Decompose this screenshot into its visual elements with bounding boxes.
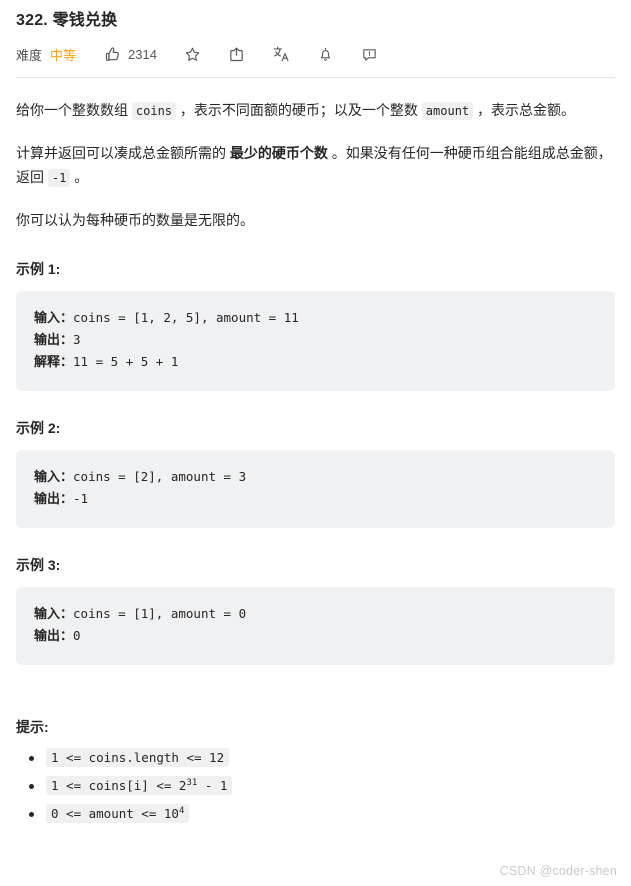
- list-item: 1 <= coins[i] <= 231 - 1: [29, 775, 615, 797]
- example-1-explain-value: 11 = 5 + 5 + 1: [73, 354, 179, 369]
- inline-code-amount: amount: [421, 102, 474, 120]
- bell-icon: [317, 46, 334, 63]
- report-icon: [361, 46, 378, 63]
- share-button[interactable]: [228, 46, 245, 63]
- translate-icon: [272, 45, 290, 63]
- thumbs-up-button[interactable]: 2314: [104, 46, 157, 63]
- desc-p2-emphasis: 最少的硬币个数: [229, 145, 328, 161]
- example-2-input-value: coins = [2], amount = 3: [73, 469, 247, 484]
- list-item: 1 <= coins.length <= 12: [29, 747, 615, 769]
- hints-list: 1 <= coins.length <= 12 1 <= coins[i] <=…: [16, 747, 615, 825]
- share-icon: [228, 46, 245, 63]
- star-icon: [184, 46, 201, 63]
- desc-p2-text-c: 。: [70, 169, 89, 185]
- hint-code-3: 0 <= amount <= 104: [46, 804, 190, 823]
- example-3-heading: 示例 3:: [16, 557, 61, 573]
- description-paragraph-2: 计算并返回可以凑成总金额所需的 最少的硬币个数 。如果没有任何一种硬币组合能组成…: [16, 123, 615, 190]
- hint-1-prefix: 1 <= coins.length <= 12: [51, 750, 225, 765]
- inline-code-coins: coins: [131, 102, 177, 120]
- description-paragraph-1: 给你一个整数数组 coins ，表示不同面额的硬币；以及一个整数 amount …: [16, 78, 615, 123]
- desc-p1-text-b: ，表示不同面额的硬币；以及一个整数: [176, 102, 422, 118]
- example-1-output-label: 输出：: [34, 332, 74, 347]
- inline-code-minus-one: -1: [47, 169, 71, 187]
- example-3-output-value: 0: [73, 628, 81, 643]
- example-2-input-label: 输入：: [34, 469, 74, 484]
- example-1-explain-label: 解释：: [34, 354, 74, 369]
- thumbs-up-icon: [104, 46, 121, 63]
- example-2-block: 输入：coins = [2], amount = 3 输出：-1: [16, 450, 615, 528]
- report-button[interactable]: [361, 46, 378, 63]
- desc-p1-text-a: 给你一个整数数组: [16, 102, 132, 118]
- example-3-block: 输入：coins = [1], amount = 0 输出：0: [16, 587, 615, 665]
- desc-p1-text-c: ，表示总金额。: [473, 102, 576, 118]
- watermark: CSDN @coder-shen: [499, 864, 617, 878]
- hint-2-sup: 31: [186, 777, 198, 788]
- bell-button[interactable]: [317, 46, 334, 63]
- example-1-output-value: 3: [73, 332, 81, 347]
- hint-2-prefix: 1 <= coins[i] <= 2: [51, 778, 187, 793]
- hint-code-1: 1 <= coins.length <= 12: [46, 748, 230, 767]
- hint-code-2: 1 <= coins[i] <= 231 - 1: [46, 776, 233, 795]
- example-1-input-label: 输入：: [34, 310, 74, 325]
- difficulty-label: 难度: [16, 47, 43, 63]
- example-2-output-value: -1: [73, 491, 89, 506]
- example-2-output-label: 输出：: [34, 491, 74, 506]
- translate-button[interactable]: [272, 45, 290, 63]
- hint-3-sup: 4: [178, 805, 185, 816]
- hint-3-prefix: 0 <= amount <= 10: [51, 806, 179, 821]
- hint-2-suffix: - 1: [197, 778, 228, 793]
- problem-meta-row: 难度 中等 2314: [16, 39, 615, 69]
- example-2-heading: 示例 2:: [16, 420, 61, 436]
- like-count: 2314: [128, 46, 157, 62]
- desc-p2-text-a: 计算并返回可以凑成总金额所需的: [16, 145, 230, 161]
- example-3-input-label: 输入：: [34, 606, 74, 621]
- example-3-input-value: coins = [1], amount = 0: [73, 606, 247, 621]
- example-1-input-value: coins = [1, 2, 5], amount = 11: [73, 310, 299, 325]
- star-button[interactable]: [184, 46, 201, 63]
- problem-page: 322. 零钱兑换 难度 中等 2314 给你一个整数数组 coins ，表示不…: [0, 0, 631, 825]
- example-1-block: 输入：coins = [1, 2, 5], amount = 11 输出：3 解…: [16, 291, 615, 391]
- page-title: 322. 零钱兑换: [16, 12, 118, 29]
- example-1-heading: 示例 1:: [16, 261, 61, 277]
- difficulty-badge: 中等: [50, 47, 77, 63]
- description-paragraph-3: 你可以认为每种硬币的数量是无限的。: [16, 212, 254, 228]
- hints-heading: 提示:: [16, 719, 49, 735]
- example-3-output-label: 输出：: [34, 628, 74, 643]
- list-item: 0 <= amount <= 104: [29, 803, 615, 825]
